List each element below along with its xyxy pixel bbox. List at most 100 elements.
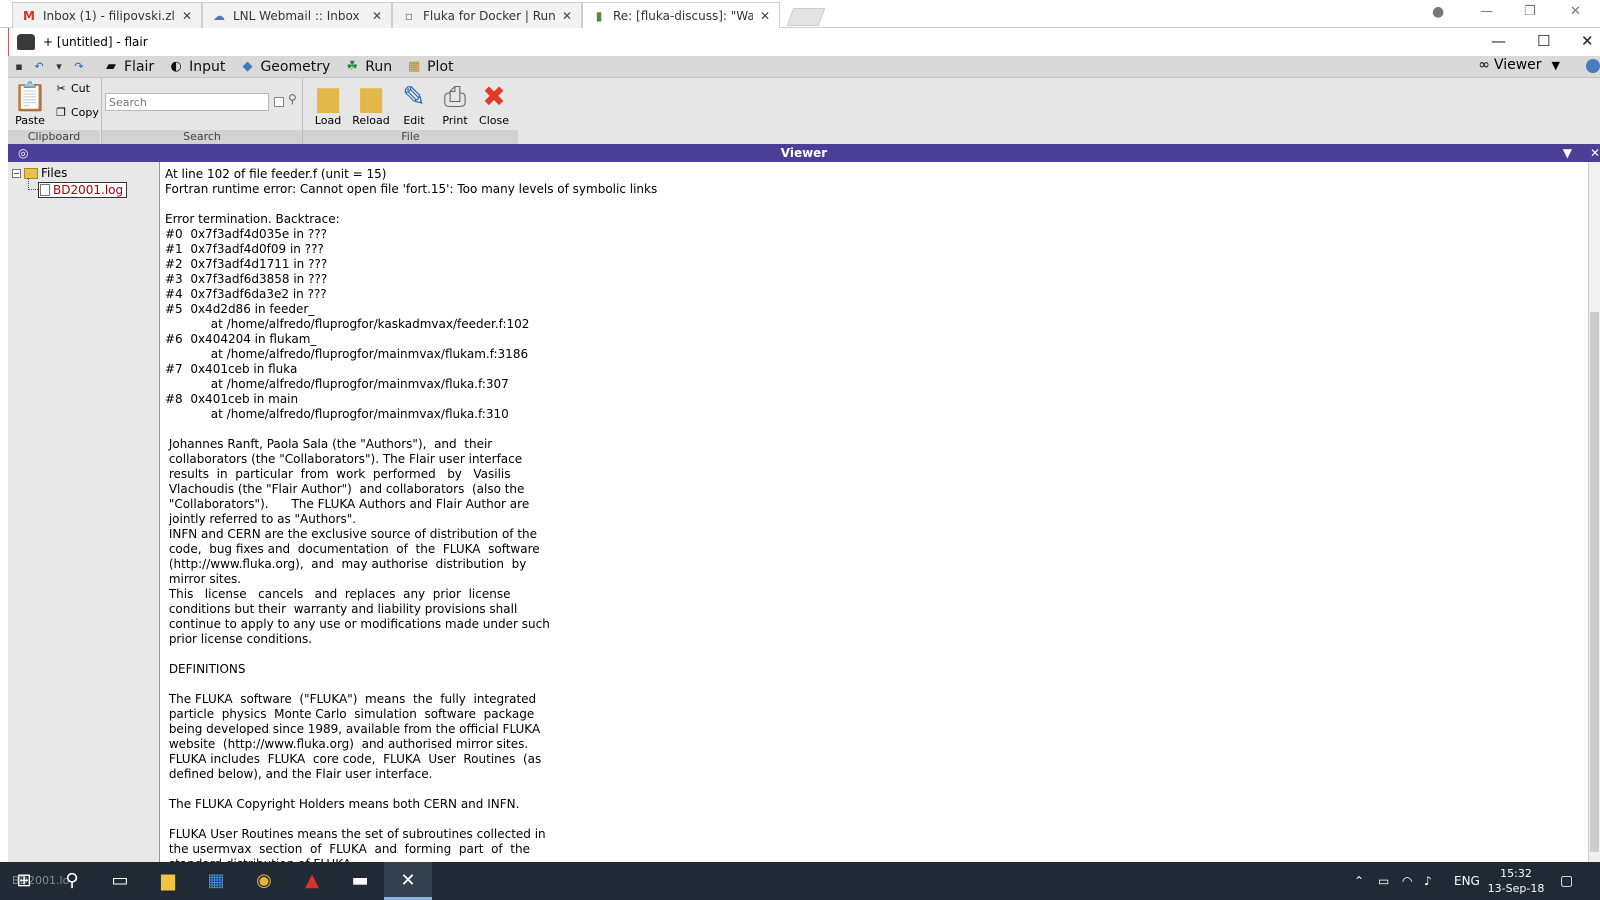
viewer-selector[interactable]: ∞ Viewer ▼ xyxy=(1478,57,1560,73)
flair-icon: ▰ xyxy=(106,58,116,74)
vertical-scrollbar[interactable] xyxy=(1588,162,1600,862)
store-button[interactable]: ▦ xyxy=(192,862,240,900)
run-icon: ☘ xyxy=(346,58,359,74)
file-icon xyxy=(40,184,50,196)
chevron-down-icon[interactable]: ▾ xyxy=(52,60,66,74)
browser-tab-title: Re: [fluka-discuss]: "Waiti xyxy=(613,8,753,23)
paste-icon: 📋 xyxy=(12,80,48,113)
viewer-title: Viewer xyxy=(780,146,828,160)
battery-icon[interactable]: ▭ xyxy=(1378,862,1389,900)
wifi-icon[interactable]: ◠ xyxy=(1402,862,1412,900)
window-title: + [untitled] - flair xyxy=(43,35,148,49)
folder-icon: ▆ xyxy=(317,80,339,113)
print-button[interactable]: ⎙ Print xyxy=(433,80,477,127)
cut-button[interactable]: ✂ Cut xyxy=(54,82,90,95)
browser-restore-icon[interactable]: ❐ xyxy=(1524,4,1536,19)
undo-icon[interactable]: ↶ xyxy=(32,60,46,74)
browser-tab-gmail[interactable]: M Inbox (1) - filipovski.zlatk ✕ xyxy=(12,2,202,28)
print-label: Print xyxy=(442,114,468,127)
windows-icon: ⊞ xyxy=(16,870,32,891)
viewer-header: ◎ Viewer ▼ ✕ xyxy=(8,144,1600,162)
info-icon[interactable] xyxy=(1586,59,1600,73)
menu-label: Geometry xyxy=(260,58,331,75)
search-taskbar-button[interactable]: ⚲ xyxy=(48,862,96,900)
browser-tab-title: Inbox (1) - filipovski.zlatk xyxy=(43,8,175,23)
window-close-icon[interactable]: ✕ xyxy=(1581,32,1594,50)
browser-tab-title: LNL Webmail :: Inbox xyxy=(233,8,360,23)
minimize-icon[interactable]: — xyxy=(1491,32,1506,50)
search-group-label: Search xyxy=(102,130,302,144)
close-icon[interactable]: ✕ xyxy=(181,9,193,23)
close-icon[interactable]: ✕ xyxy=(759,9,771,23)
start-button[interactable]: ⊞ xyxy=(0,862,48,900)
acrobat-button[interactable]: ▲ xyxy=(288,862,336,900)
task-view-button[interactable]: ▭ xyxy=(96,862,144,900)
terminal-button[interactable]: ▬ xyxy=(336,862,384,900)
menu-flair[interactable]: ▰ Flair xyxy=(103,59,154,75)
maximize-icon[interactable]: ☐ xyxy=(1537,32,1550,50)
browser-close-icon[interactable]: ✕ xyxy=(1570,4,1581,19)
edit-button[interactable]: ✎ Edit xyxy=(392,80,436,127)
paste-button[interactable]: 📋 Paste xyxy=(8,80,52,127)
tree-root-files[interactable]: − Files xyxy=(12,166,67,180)
browser-tab-webmail[interactable]: ☁ LNL Webmail :: Inbox ✕ xyxy=(202,2,392,28)
profile-icon[interactable]: ● xyxy=(1432,4,1444,20)
menu-bar: ▪ ↶ ▾ ↷ ▰ Flair ◐ Input ◆ Geometry ☘ Run… xyxy=(8,56,1600,78)
terminal-icon: ▬ xyxy=(351,870,369,891)
flair-logo-icon xyxy=(17,34,35,50)
search-icon: ⚲ xyxy=(65,870,79,891)
clipboard-group-label: Clipboard xyxy=(8,130,100,144)
tree-item-log-file[interactable]: BD2001.log xyxy=(38,182,128,198)
viewer-selector-label: Viewer xyxy=(1493,57,1542,73)
notification-icon[interactable]: ▢ xyxy=(1560,862,1573,900)
browser-tab-fluka-discuss[interactable]: ▮ Re: [fluka-discuss]: "Waiti ✕ xyxy=(582,2,780,28)
chevron-down-icon: ▼ xyxy=(1551,58,1560,72)
search-checkbox[interactable] xyxy=(274,97,284,107)
cut-label: Cut xyxy=(71,82,90,95)
reload-label: Reload xyxy=(352,114,390,127)
browser-tab-fluka-docker[interactable]: ▫ Fluka for Docker | Runnin ✕ xyxy=(392,2,582,28)
menu-geometry[interactable]: ◆ Geometry xyxy=(239,59,330,75)
file-explorer-button[interactable]: ▆ xyxy=(144,862,192,900)
chevron-up-icon[interactable]: ⌃ xyxy=(1354,862,1364,900)
redo-icon[interactable]: ↷ xyxy=(72,60,86,74)
log-text-viewer[interactable]: At line 102 of file feeder.f (unit = 15)… xyxy=(160,162,1588,862)
browser-tab-title: Fluka for Docker | Runnin xyxy=(423,8,555,23)
file-group-label: File xyxy=(303,130,518,144)
input-icon: ◐ xyxy=(170,58,182,74)
viewer-menu-icon[interactable]: ▼ xyxy=(1563,144,1572,162)
collapse-icon[interactable]: − xyxy=(12,168,21,178)
close-button[interactable]: ✖ Close xyxy=(472,80,516,127)
copy-icon: ❐ xyxy=(56,106,66,119)
menu-plot[interactable]: ▦ Plot xyxy=(406,59,454,75)
language-indicator[interactable]: ENG xyxy=(1454,862,1480,900)
volume-icon[interactable]: ♪ xyxy=(1424,862,1432,900)
copy-label: Copy xyxy=(71,106,99,119)
copy-button[interactable]: ❐ Copy xyxy=(54,106,99,119)
menu-run[interactable]: ☘ Run xyxy=(344,59,392,75)
search-icon[interactable]: ⚲ xyxy=(288,92,297,106)
load-button[interactable]: ▆ Load xyxy=(306,80,350,127)
save-icon[interactable]: ▪ xyxy=(12,60,26,74)
folder-icon: ▆ xyxy=(161,870,175,891)
store-icon: ▦ xyxy=(207,870,225,891)
menu-input[interactable]: ◐ Input xyxy=(168,58,226,75)
clock[interactable]: 15:32 13-Sep-18 xyxy=(1486,866,1546,896)
printer-icon: ⎙ xyxy=(443,80,467,113)
search-input[interactable] xyxy=(105,93,269,111)
load-label: Load xyxy=(314,114,342,127)
clock-date: 13-Sep-18 xyxy=(1487,882,1545,895)
browser-tab-strip: M Inbox (1) - filipovski.zlatk ✕ ☁ LNL W… xyxy=(0,0,1600,28)
browser-minimize-icon[interactable]: — xyxy=(1480,4,1493,19)
viewer-close-icon[interactable]: ✕ xyxy=(1590,144,1600,162)
new-tab-button[interactable] xyxy=(786,8,826,26)
scrollbar-thumb[interactable] xyxy=(1590,312,1599,852)
xserver-button[interactable]: ✕ xyxy=(384,862,432,900)
chrome-button[interactable]: ◉ xyxy=(240,862,288,900)
reload-button[interactable]: ▆ Reload xyxy=(349,80,393,127)
close-icon[interactable]: ✕ xyxy=(561,9,573,23)
ribbon-empty-area xyxy=(518,78,1600,144)
viewer-pin-icon[interactable]: ◎ xyxy=(18,144,28,162)
close-icon[interactable]: ✕ xyxy=(371,9,383,23)
gmail-icon: M xyxy=(23,8,35,23)
